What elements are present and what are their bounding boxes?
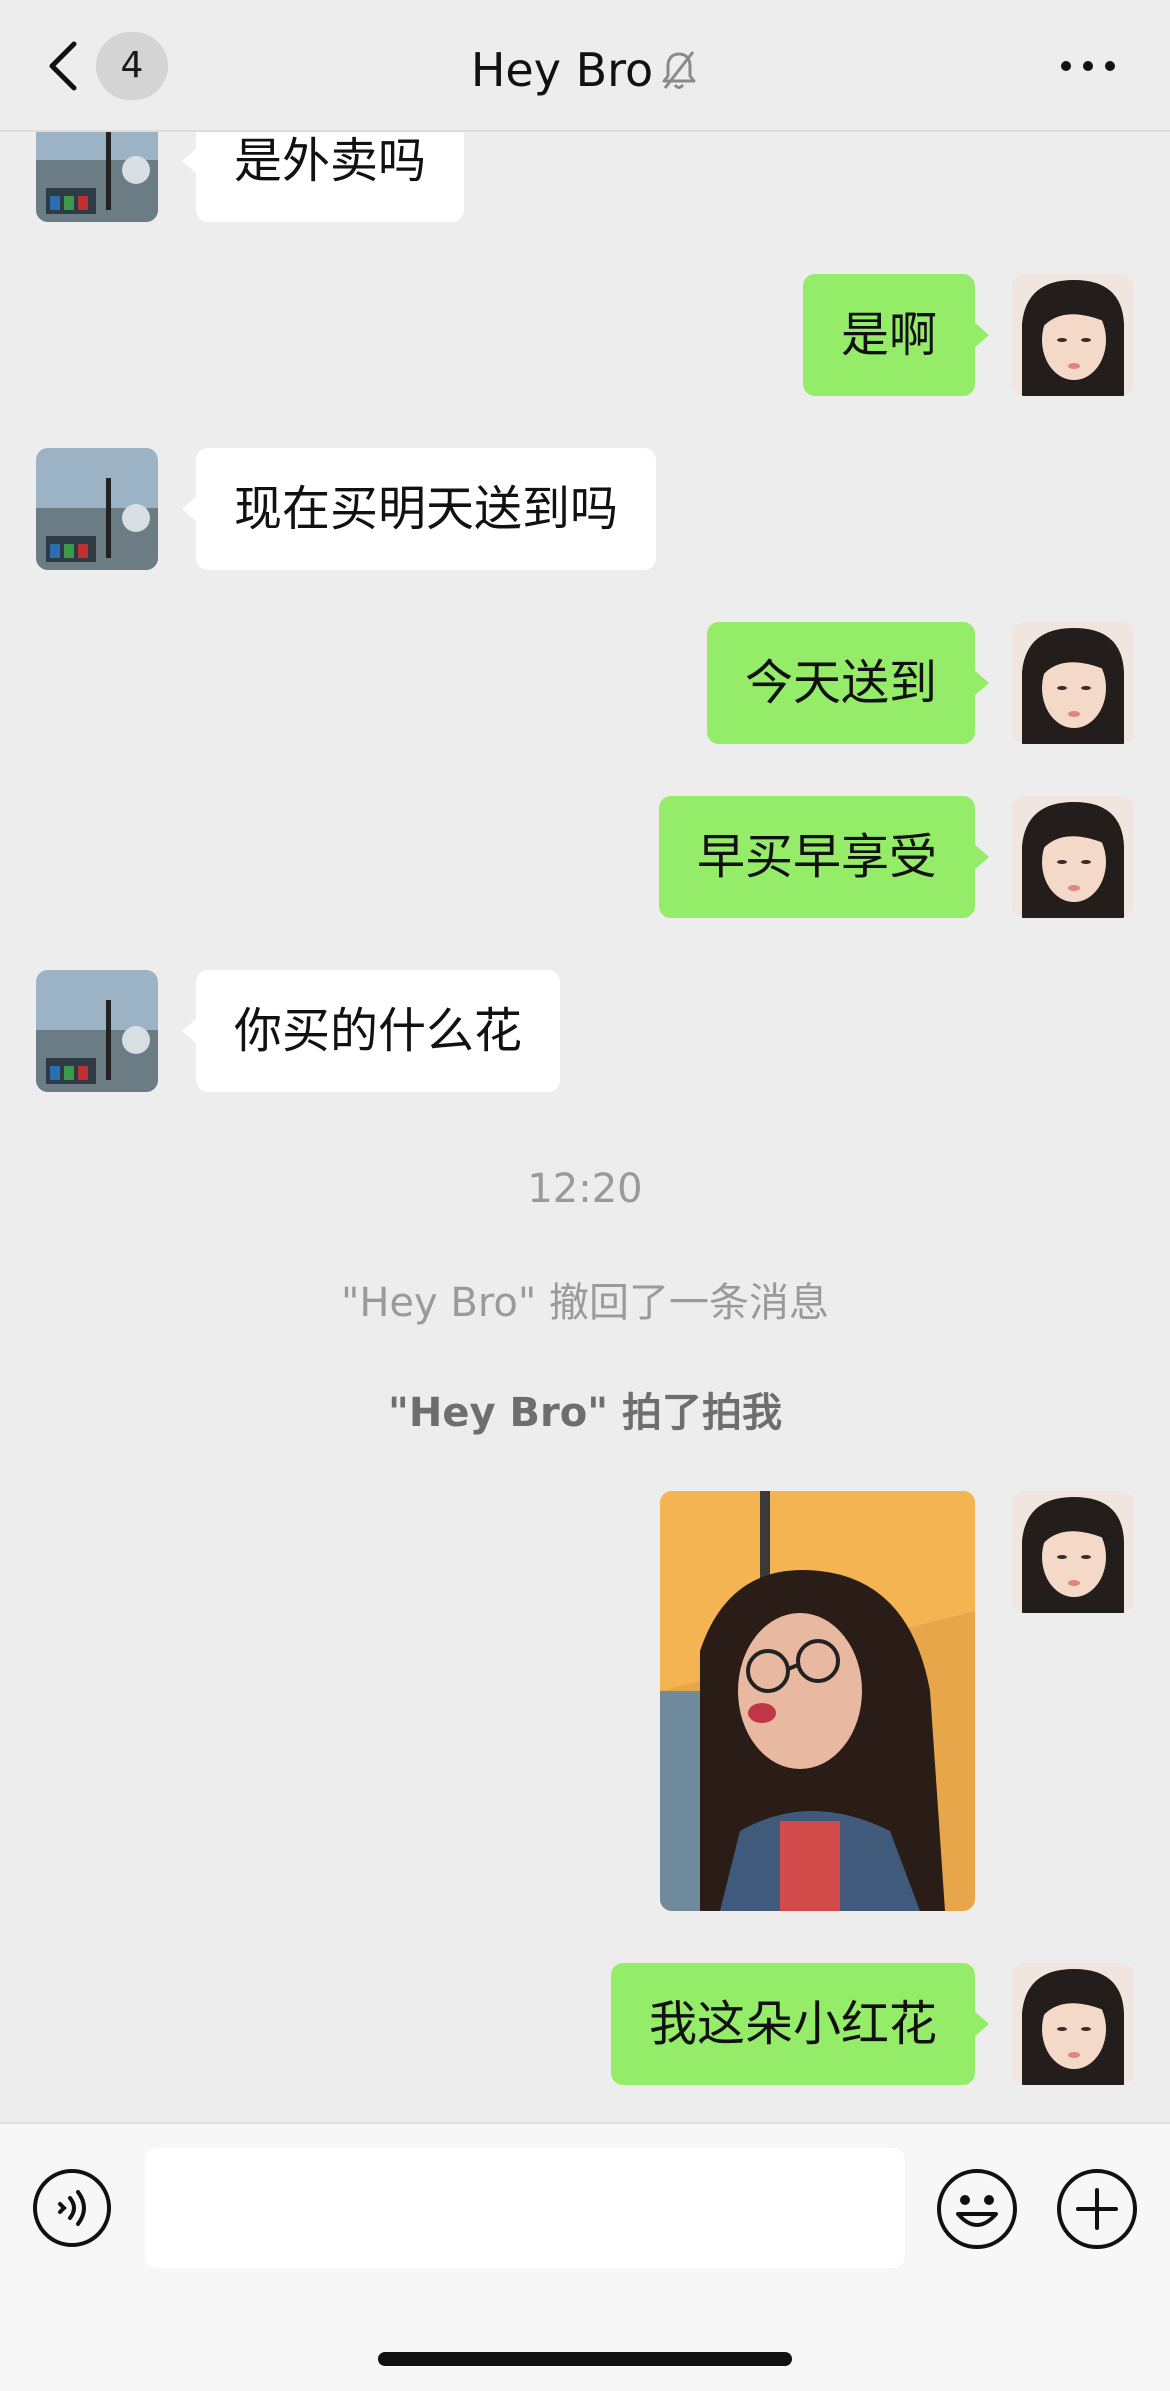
message-bubble-outgoing[interactable]: 是啊 bbox=[802, 274, 990, 396]
portrait-avatar-icon bbox=[1012, 1963, 1134, 2085]
my-avatar[interactable] bbox=[1012, 796, 1134, 918]
message-bubble-outgoing[interactable]: 早买早享受 bbox=[658, 796, 990, 918]
message-bubble-outgoing[interactable]: 今天送到 bbox=[706, 622, 990, 744]
voice-icon[interactable] bbox=[32, 2168, 112, 2248]
selfie-photo bbox=[660, 1491, 975, 1911]
emoji-icon[interactable] bbox=[936, 2168, 1018, 2250]
contact-avatar[interactable] bbox=[36, 970, 158, 1092]
bell-slash-icon bbox=[662, 50, 696, 89]
portrait-avatar-icon bbox=[1012, 1491, 1134, 1613]
portrait-avatar-icon bbox=[1012, 622, 1134, 744]
portrait-avatar-icon bbox=[1012, 274, 1134, 396]
chat-header: 4 Hey Bro bbox=[0, 0, 1170, 132]
landscape-avatar-icon bbox=[36, 970, 158, 1092]
recall-notice: "Hey Bro" 撤回了一条消息 bbox=[340, 1280, 830, 1326]
contact-avatar[interactable] bbox=[36, 448, 158, 570]
portrait-avatar-icon bbox=[1012, 796, 1134, 918]
message-timestamp: 12:20 bbox=[527, 1166, 643, 1212]
chat-screen: 4 Hey Bro 是外卖吗 是啊 现在买明天送到吗 今天送到 早买早享受 你买… bbox=[0, 0, 1170, 2391]
unread-badge[interactable]: 4 bbox=[96, 32, 168, 100]
back-button[interactable] bbox=[40, 36, 90, 96]
photo-message[interactable] bbox=[660, 1491, 975, 1911]
my-avatar[interactable] bbox=[1012, 622, 1134, 744]
plus-icon[interactable] bbox=[1056, 2168, 1138, 2250]
chat-title: Hey Bro bbox=[470, 42, 654, 97]
more-button[interactable] bbox=[1058, 56, 1118, 76]
chevron-left-icon bbox=[49, 41, 77, 91]
message-input[interactable] bbox=[145, 2148, 905, 2268]
message-bubble-outgoing[interactable]: 我这朵小红花 bbox=[610, 1963, 990, 2085]
landscape-avatar-icon bbox=[36, 448, 158, 570]
message-bubble-incoming[interactable]: 你买的什么花 bbox=[181, 970, 561, 1092]
input-bar bbox=[0, 2122, 1170, 2391]
pat-notice: "Hey Bro" 拍了拍我 bbox=[388, 1390, 782, 1436]
my-avatar[interactable] bbox=[1012, 274, 1134, 396]
home-indicator bbox=[378, 2352, 792, 2366]
my-avatar[interactable] bbox=[1012, 1491, 1134, 1613]
my-avatar[interactable] bbox=[1012, 1963, 1134, 2085]
chat-title-wrap: Hey Bro bbox=[0, 0, 1170, 132]
message-bubble-incoming[interactable]: 现在买明天送到吗 bbox=[181, 448, 657, 570]
